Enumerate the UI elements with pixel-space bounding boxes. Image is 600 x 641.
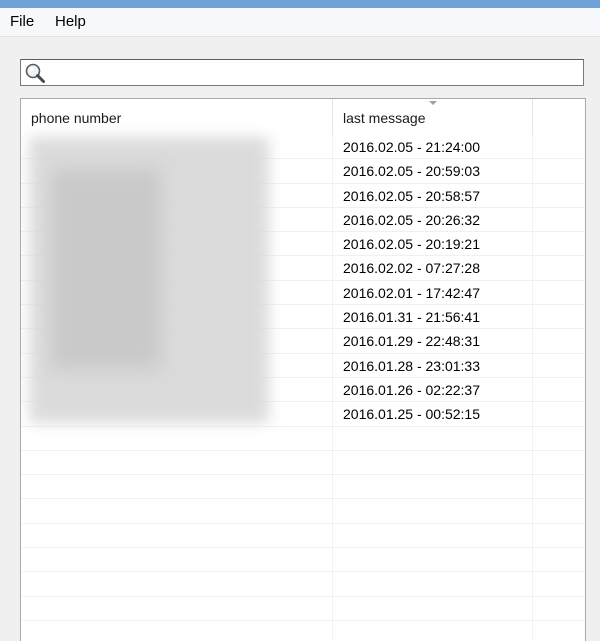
table-row[interactable]: [21, 475, 585, 500]
table-row[interactable]: [21, 620, 585, 641]
cell-last-message: 2016.02.02 - 07:27:28: [333, 256, 533, 280]
cell-last-message: 2016.02.05 - 20:59:03: [333, 159, 533, 183]
cell-last-message: 2016.02.05 - 21:24:00: [333, 135, 533, 159]
cell-last-message: 2016.02.01 - 17:42:47: [333, 280, 533, 305]
search-box[interactable]: [20, 59, 584, 86]
cell-empty: [533, 621, 585, 641]
main-window: File Help phone number last message 2016…: [0, 0, 600, 641]
cell-last-message: 2016.02.05 - 20:26:32: [333, 207, 533, 232]
column-header-empty: [533, 99, 585, 135]
cell-empty: [533, 305, 585, 328]
table-row[interactable]: [21, 572, 585, 597]
cell-last-message: [333, 475, 533, 499]
search-icon: [24, 62, 46, 84]
table-row[interactable]: [21, 450, 585, 476]
cell-last-message: [333, 548, 533, 572]
redacted-phone-numbers-shadow: [51, 169, 161, 369]
search-input[interactable]: [49, 62, 579, 83]
cell-empty: [533, 208, 585, 231]
cell-last-message: [333, 450, 533, 475]
cell-phone-number: [21, 450, 333, 475]
cell-last-message: [333, 620, 533, 641]
contacts-list[interactable]: phone number last message 2016.02.05 - 2…: [20, 98, 586, 641]
table-row[interactable]: [21, 426, 585, 451]
cell-empty: [533, 184, 585, 207]
cell-empty: [533, 329, 585, 352]
cell-empty: [533, 159, 585, 182]
cell-last-message: 2016.01.31 - 21:56:41: [333, 305, 533, 329]
table-row[interactable]: [21, 596, 585, 621]
cell-last-message: 2016.01.26 - 02:22:37: [333, 377, 533, 402]
cell-last-message: [333, 499, 533, 523]
cell-last-message: 2016.01.29 - 22:48:31: [333, 329, 533, 353]
cell-phone-number: [21, 596, 333, 620]
cell-empty: [533, 256, 585, 279]
cell-empty: [533, 548, 585, 571]
cell-last-message: [333, 523, 533, 548]
cell-last-message: 2016.02.05 - 20:19:21: [333, 232, 533, 256]
cell-empty: [533, 499, 585, 522]
cell-phone-number: [21, 572, 333, 596]
cell-empty: [533, 135, 585, 158]
cell-empty: [533, 451, 585, 474]
table-row[interactable]: [21, 548, 585, 573]
cell-empty: [533, 232, 585, 255]
table-row[interactable]: [21, 523, 585, 549]
cell-phone-number: [21, 548, 333, 572]
menu-help[interactable]: Help: [51, 12, 90, 32]
cell-empty: [533, 354, 585, 377]
cell-phone-number: [21, 620, 333, 641]
cell-last-message: [333, 596, 533, 620]
title-bar[interactable]: [0, 0, 600, 8]
cell-empty: [533, 378, 585, 401]
cell-last-message: 2016.02.05 - 20:58:57: [333, 183, 533, 207]
sort-descending-icon: [429, 101, 437, 105]
cell-empty: [533, 572, 585, 595]
cell-last-message: 2016.01.28 - 23:01:33: [333, 353, 533, 377]
cell-phone-number: [21, 523, 333, 548]
cell-last-message: [333, 572, 533, 596]
cell-last-message: 2016.01.25 - 00:52:15: [333, 402, 533, 426]
column-header-phone-number[interactable]: phone number: [21, 99, 333, 135]
list-header: phone number last message: [21, 99, 585, 135]
cell-last-message: [333, 426, 533, 450]
cell-empty: [533, 402, 585, 425]
cell-empty: [533, 475, 585, 498]
cell-phone-number: [21, 475, 333, 499]
cell-phone-number: [21, 499, 333, 523]
cell-empty: [533, 524, 585, 547]
menu-file[interactable]: File: [6, 12, 38, 32]
table-row[interactable]: [21, 499, 585, 524]
cell-empty: [533, 427, 585, 450]
cell-empty: [533, 597, 585, 620]
cell-phone-number: [21, 426, 333, 450]
menu-bar: File Help: [0, 8, 600, 37]
cell-empty: [533, 281, 585, 304]
